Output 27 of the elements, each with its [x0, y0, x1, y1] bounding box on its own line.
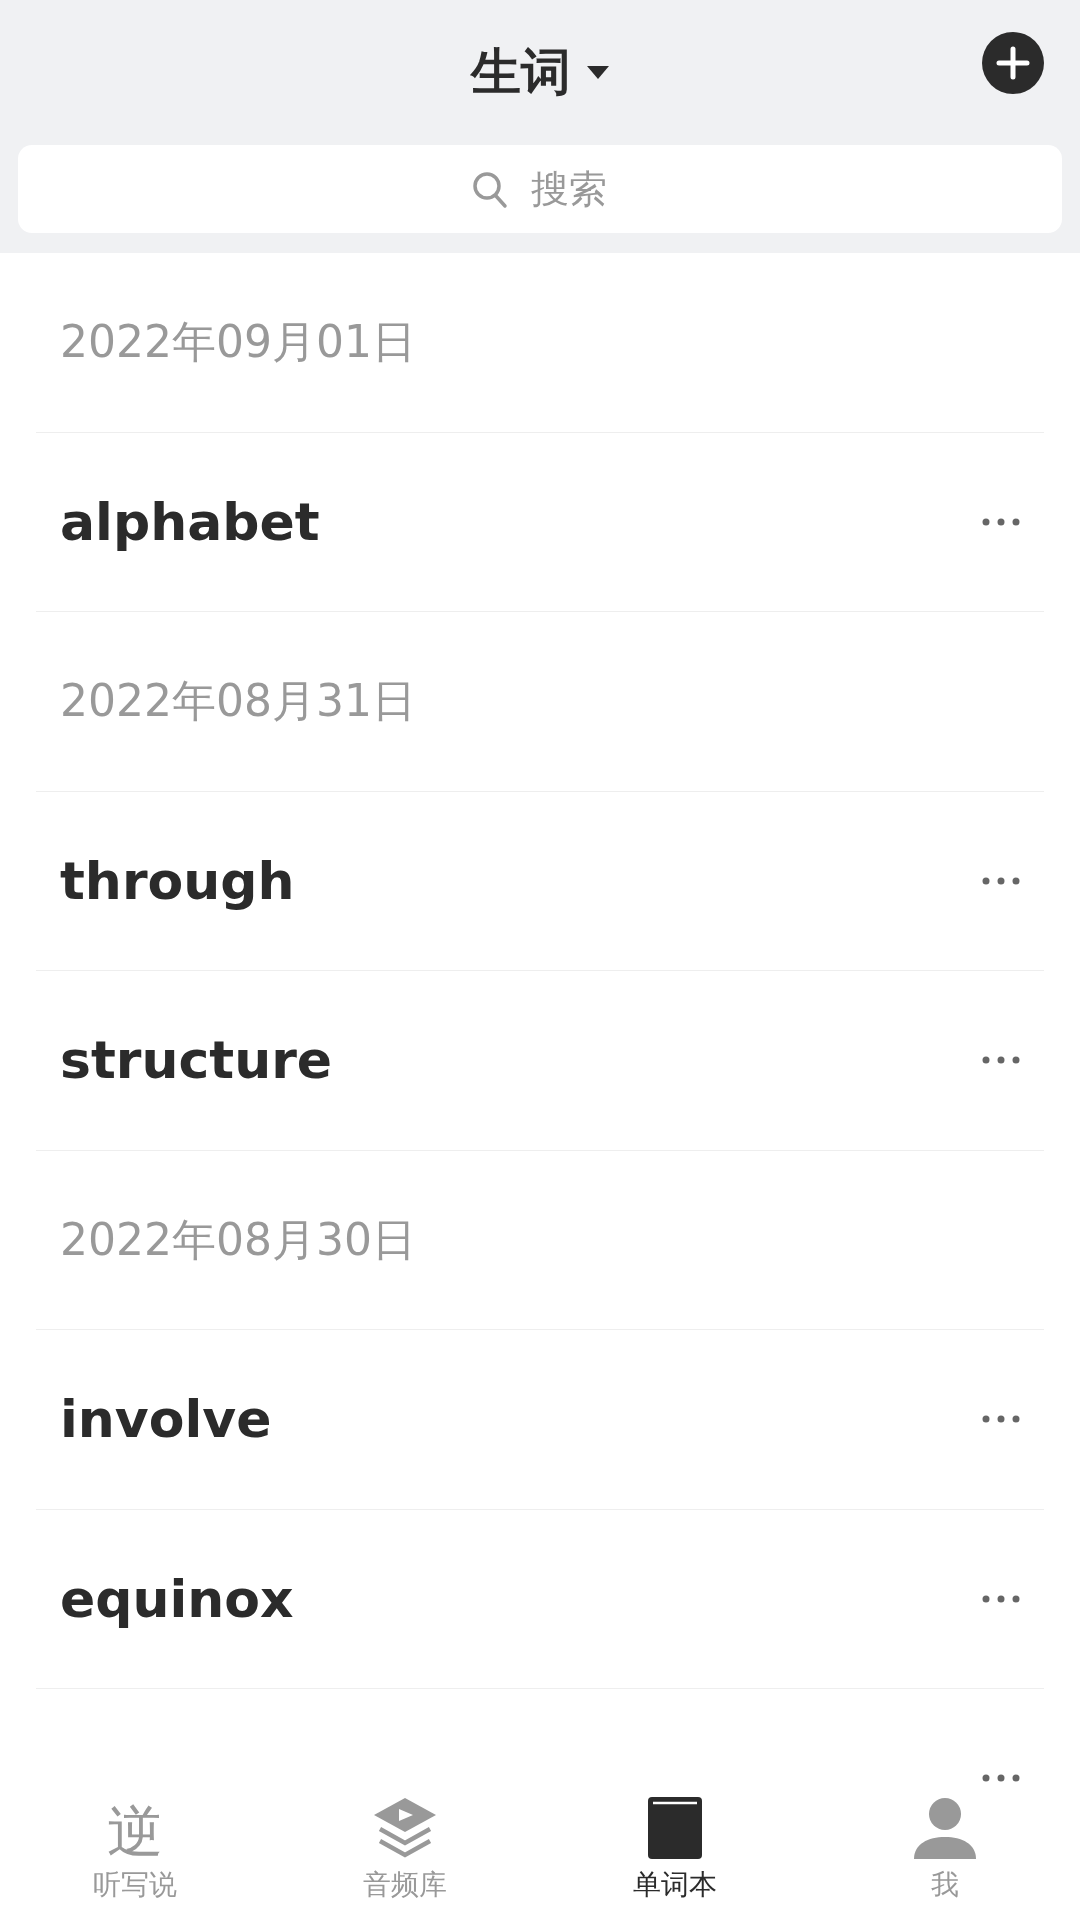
title-dropdown[interactable]: 生词: [471, 35, 609, 110]
date-header: 2022年09月01日: [60, 315, 416, 370]
more-icon[interactable]: [982, 876, 1020, 885]
tab-item[interactable]: 逆 听写说: [0, 1790, 270, 1906]
date-header: 2022年08月31日: [60, 674, 416, 729]
word-text: alphabet: [60, 490, 320, 554]
more-icon[interactable]: [982, 1056, 1020, 1065]
word-text: equinox: [60, 1567, 294, 1631]
layers-icon: [372, 1796, 438, 1860]
word-text: structure: [60, 1029, 333, 1093]
logo-icon: 逆: [107, 1790, 163, 1860]
more-icon[interactable]: [982, 1774, 1020, 1783]
more-icon[interactable]: [982, 1415, 1020, 1424]
more-icon[interactable]: [982, 517, 1020, 526]
book-icon: [647, 1796, 703, 1860]
search-field[interactable]: 搜索: [18, 145, 1062, 233]
date-header: 2022年08月30日: [60, 1212, 416, 1267]
tab-item[interactable]: 音频库: [270, 1790, 540, 1906]
word-text: through: [60, 849, 295, 913]
tab-item[interactable]: 单词本: [540, 1790, 810, 1906]
caret-icon: [587, 65, 609, 80]
plus-icon: [996, 46, 1030, 80]
person-icon: [913, 1796, 977, 1860]
tab-item[interactable]: 我: [810, 1790, 1080, 1906]
more-icon[interactable]: [982, 1594, 1020, 1603]
page-title: 生词: [471, 42, 571, 103]
word-text: involve: [60, 1388, 272, 1452]
